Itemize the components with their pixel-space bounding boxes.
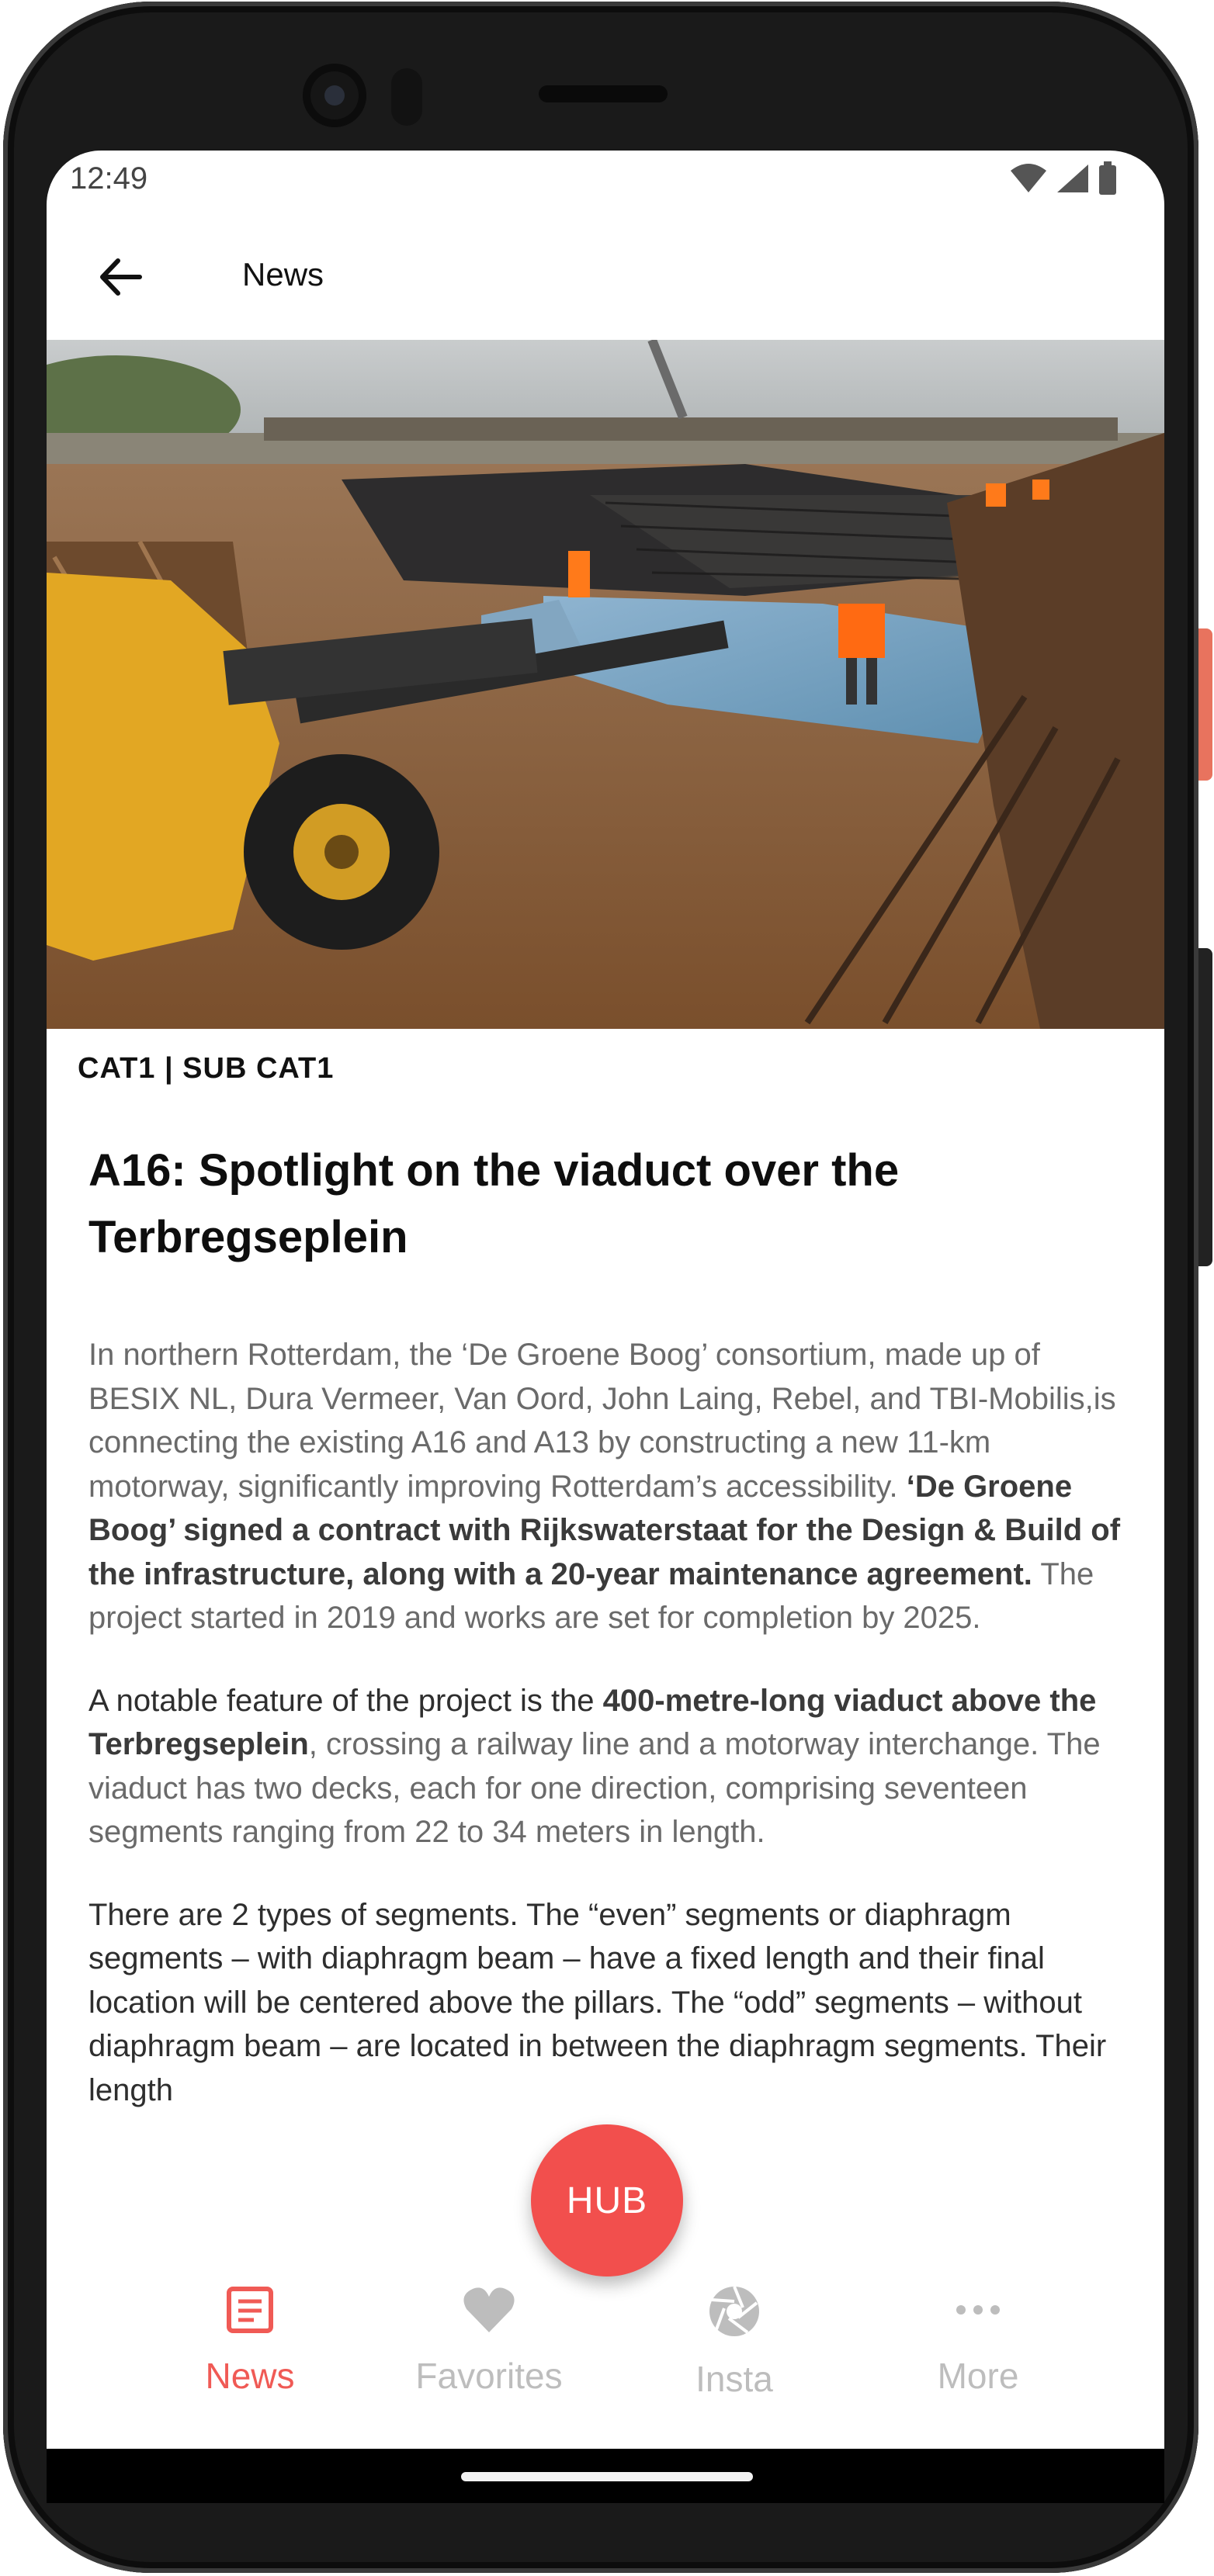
bottom-navigation: News Favorites Insta More — [47, 2269, 1164, 2449]
nav-label: Favorites — [415, 2356, 563, 2396]
home-indicator[interactable] — [461, 2472, 753, 2481]
camera-aperture-icon — [709, 2286, 759, 2336]
news-icon — [227, 2287, 273, 2333]
wifi-icon — [1011, 164, 1046, 192]
more-dots-icon — [956, 2305, 1000, 2315]
article-paragraph: In northern Rotterdam, the ‘De Groene Bo… — [88, 1333, 1129, 1640]
article-category: CAT1 | SUB CAT1 — [78, 1052, 335, 1085]
nav-item-news[interactable]: News — [134, 2284, 366, 2397]
earpiece-speaker — [539, 85, 668, 102]
battery-icon — [1099, 161, 1116, 195]
nav-label: More — [937, 2356, 1019, 2396]
status-icons — [1009, 161, 1118, 196]
article-title: A16: Spotlight on the viaduct over the T… — [88, 1145, 900, 1262]
heart-icon — [463, 2287, 515, 2332]
nav-item-insta[interactable]: Insta — [618, 2284, 851, 2400]
app-screen: 12:49 News CAT1 | SUB CAT1 A16: Spotligh… — [47, 151, 1164, 2449]
sensor — [391, 68, 422, 126]
side-button — [1198, 948, 1212, 1266]
page-title: News — [242, 256, 324, 293]
back-arrow-icon[interactable] — [93, 250, 147, 304]
hub-fab-button[interactable]: HUB — [531, 2124, 683, 2277]
paragraph-text: A notable feature of the project is the — [88, 1683, 603, 1718]
nav-item-more[interactable]: More — [862, 2284, 1094, 2397]
nav-label: News — [205, 2356, 295, 2396]
article-hero-image — [47, 340, 1164, 1029]
signal-icon — [1057, 164, 1088, 192]
status-bar: 12:49 — [47, 151, 1164, 213]
side-button — [1198, 628, 1212, 781]
nav-label: Insta — [695, 2359, 773, 2399]
article-paragraph: A notable feature of the project is the … — [88, 1679, 1129, 1854]
nav-item-favorites[interactable]: Favorites — [373, 2284, 605, 2397]
front-camera — [303, 64, 366, 127]
status-time: 12:49 — [70, 161, 148, 196]
article-paragraph: There are 2 types of segments. The “even… — [88, 1897, 1107, 2107]
top-app-bar: News — [47, 213, 1164, 340]
article-body: In northern Rotterdam, the ‘De Groene Bo… — [88, 1333, 1129, 2151]
